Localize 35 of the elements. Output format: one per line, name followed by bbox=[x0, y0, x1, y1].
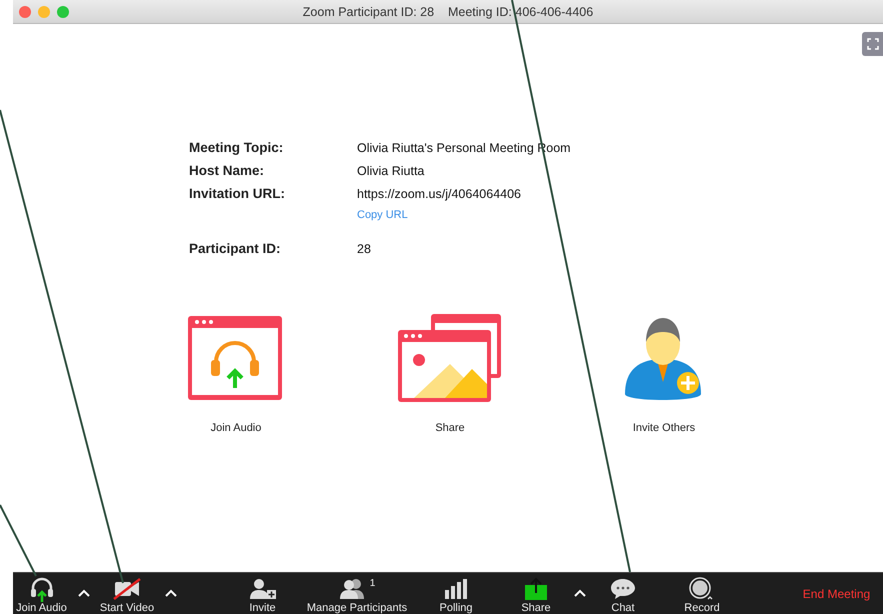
person-plus-icon bbox=[248, 578, 276, 600]
caret-icon bbox=[78, 589, 90, 597]
end-meeting-button[interactable]: End Meeting bbox=[801, 573, 872, 614]
field-label: Meeting Topic: bbox=[189, 140, 284, 155]
toolbar-button[interactable]: Chat bbox=[593, 573, 653, 614]
action-label: Join Audio bbox=[210, 422, 262, 434]
field-label: Participant ID: bbox=[189, 241, 282, 256]
bar-chart-icon bbox=[444, 578, 468, 600]
field-value: https://zoom.us/j/4064064406 bbox=[357, 186, 522, 201]
record-icon bbox=[689, 577, 715, 601]
fullscreen-button[interactable] bbox=[862, 32, 883, 56]
expand-icon bbox=[866, 38, 878, 50]
headphones-icon bbox=[30, 576, 54, 602]
toolbar-button[interactable]: Invite bbox=[235, 573, 290, 614]
caret-icon bbox=[574, 589, 586, 597]
field-label: Host Name: bbox=[189, 163, 266, 178]
toolbar-button[interactable]: Start Video bbox=[97, 573, 157, 614]
close-icon[interactable] bbox=[19, 6, 31, 18]
field-label: Invitation URL: bbox=[189, 186, 286, 203]
toolbar-button[interactable]: 1 Manage Participants bbox=[290, 573, 424, 614]
field-value: Olivia Riutta bbox=[357, 163, 424, 178]
people-icon bbox=[338, 578, 367, 600]
chat-bubble-icon bbox=[610, 578, 636, 600]
action-label: Invite Others bbox=[632, 422, 696, 434]
field-value: 28 bbox=[357, 241, 371, 256]
share-screen-icon[interactable] bbox=[397, 314, 503, 404]
action-label: Share bbox=[435, 422, 465, 434]
window-title: Zoom Participant ID: 28 Meeting ID: 406-406-4406 bbox=[302, 4, 594, 18]
caret-icon bbox=[164, 589, 176, 597]
toolbar-button[interactable]: Join Audio bbox=[13, 573, 70, 614]
toolbar-button[interactable]: Share bbox=[506, 573, 566, 614]
toolbar-button[interactable]: Record bbox=[672, 573, 732, 614]
toolbar-button[interactable]: Polling bbox=[424, 573, 488, 614]
participant-count: 1 bbox=[370, 578, 376, 589]
share-upload-icon bbox=[524, 577, 548, 601]
